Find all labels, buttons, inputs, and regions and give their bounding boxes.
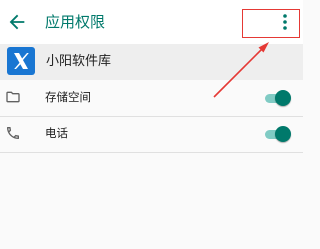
toggle-thumb — [275, 126, 291, 142]
permission-row-storage[interactable]: 存储空间 — [0, 80, 303, 116]
storage-permission-toggle[interactable] — [265, 90, 291, 106]
permission-label: 存储空间 — [45, 90, 91, 104]
page-title: 应用权限 — [45, 13, 106, 31]
permission-label: 电话 — [45, 126, 68, 140]
app-bar: 应用权限 — [0, 0, 303, 44]
phone-permission-toggle[interactable] — [265, 126, 291, 142]
app-icon — [7, 47, 35, 75]
x-logo-icon — [14, 53, 29, 69]
toggle-thumb — [275, 90, 291, 106]
more-options-button[interactable] — [278, 12, 292, 34]
permission-row-phone[interactable]: 电话 — [0, 116, 303, 152]
divider — [0, 152, 303, 153]
app-header-row: 小阳软件库 — [0, 44, 303, 80]
more-vert-icon — [283, 14, 287, 30]
arrow-back-icon — [9, 14, 25, 30]
phone-icon — [5, 125, 21, 141]
back-button[interactable] — [6, 11, 28, 33]
folder-icon — [5, 89, 21, 105]
app-name: 小阳软件库 — [46, 54, 112, 69]
